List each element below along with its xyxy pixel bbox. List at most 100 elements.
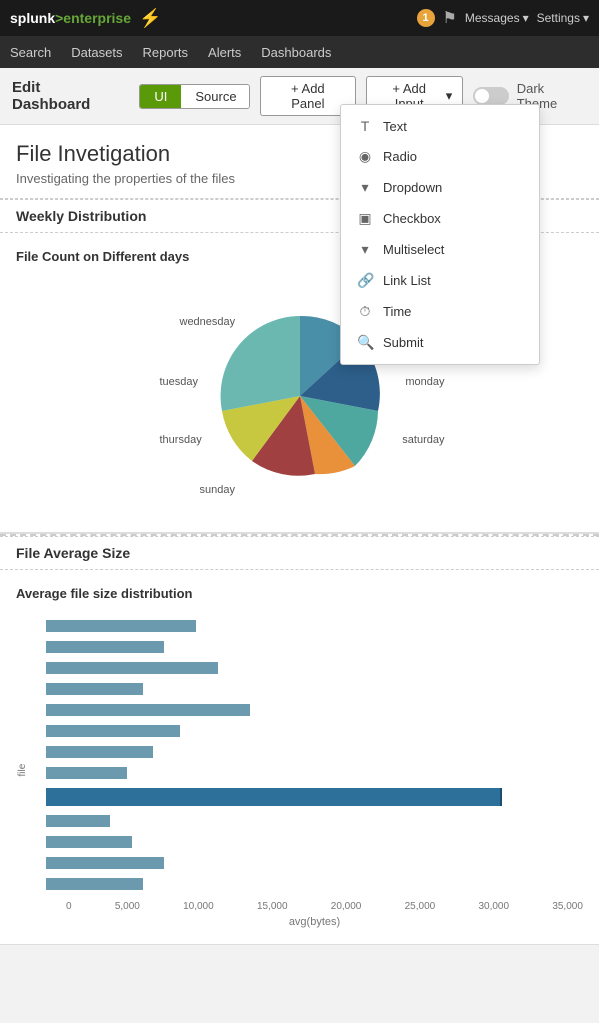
x-axis: 0 5,000 10,000 15,000 20,000 25,000 30,0… xyxy=(46,897,583,912)
bar-row-6 xyxy=(46,745,583,759)
bar-row-1 xyxy=(46,640,583,654)
x-label-5: 25,000 xyxy=(405,901,436,912)
nav-alerts[interactable]: Alerts xyxy=(208,39,241,66)
edit-bar: Edit Dashboard UI Source + Add Panel + A… xyxy=(0,68,599,125)
bar-row-3 xyxy=(46,682,583,696)
dark-theme-switch[interactable] xyxy=(473,87,508,105)
x-label-1: 5,000 xyxy=(115,901,140,912)
bar-row-4 xyxy=(46,703,583,717)
row2-label: File Average Size xyxy=(0,536,599,570)
bar-2 xyxy=(46,662,218,674)
time-icon: ⏱ xyxy=(357,303,373,320)
x-label-7: 35,000 xyxy=(552,901,583,912)
bar-row-12 xyxy=(46,877,583,891)
nav-search[interactable]: Search xyxy=(10,39,51,66)
bar-12 xyxy=(46,878,143,890)
dropdown-item-time[interactable]: ⏱ Time xyxy=(341,296,539,327)
settings-chevron: ▾ xyxy=(583,11,589,25)
text-icon: T xyxy=(357,118,373,134)
bar-chart-body: file xyxy=(16,613,583,928)
top-bar-right: 1 ⚑ Messages ▾ Settings ▾ xyxy=(417,8,589,28)
bar-row-11 xyxy=(46,856,583,870)
row2: File Average Size Average file size dist… xyxy=(0,536,599,945)
slice-tuesday xyxy=(220,316,299,411)
x-axis-unit: avg(bytes) xyxy=(46,916,583,928)
splunk-logo: splunk >enterprise ⚡ xyxy=(10,8,161,29)
settings-label: Settings xyxy=(537,11,580,25)
splunk-text: splunk xyxy=(10,10,55,26)
messages-chevron: ▾ xyxy=(523,11,529,25)
x-label-2: 10,000 xyxy=(183,901,214,912)
checkbox-icon: ▣ xyxy=(357,210,373,227)
dropdown-submit-label: Submit xyxy=(383,335,423,350)
nav-dashboards[interactable]: Dashboards xyxy=(261,39,331,66)
edit-dashboard-title: Edit Dashboard xyxy=(12,79,121,113)
notification-badge[interactable]: 1 xyxy=(417,9,435,27)
view-mode-tabs: UI Source xyxy=(139,84,250,109)
submit-icon: 🔍 xyxy=(357,334,373,351)
bars-container xyxy=(46,613,583,897)
bar-10 xyxy=(46,836,132,848)
y-axis-label: file xyxy=(17,763,28,776)
x-label-6: 30,000 xyxy=(478,901,509,912)
bar-chart-title: Average file size distribution xyxy=(16,586,583,601)
x-label-0: 0 xyxy=(66,901,72,912)
dropdown-radio-label: Radio xyxy=(383,149,417,164)
tab-source[interactable]: Source xyxy=(181,85,250,108)
bar-3 xyxy=(46,683,143,695)
dropdown-item-submit[interactable]: 🔍 Submit xyxy=(341,327,539,358)
dropdown-linklist-label: Link List xyxy=(383,273,431,288)
bar-row-2 xyxy=(46,661,583,675)
bar-9 xyxy=(46,815,110,827)
bar-row-highlight xyxy=(46,787,583,807)
add-input-dropdown: T Text ◉ Radio ▾ Dropdown ▣ Checkbox ▾ M… xyxy=(340,104,540,365)
add-input-chevron: ▾ xyxy=(446,88,453,104)
bar-4 xyxy=(46,704,250,716)
bookmark-icon: ⚑ xyxy=(443,8,457,28)
bar-row-0 xyxy=(46,619,583,633)
bar-row-5 xyxy=(46,724,583,738)
pie-label-saturday: saturday xyxy=(402,434,444,446)
dropdown-time-label: Time xyxy=(383,304,411,319)
linklist-icon: 🔗 xyxy=(357,272,373,289)
messages-button[interactable]: Messages ▾ xyxy=(465,11,529,25)
bar-0 xyxy=(46,620,196,632)
x-label-4: 20,000 xyxy=(331,901,362,912)
bar-7 xyxy=(46,767,127,779)
dropdown-item-text[interactable]: T Text xyxy=(341,111,539,141)
dropdown-icon: ▾ xyxy=(357,179,373,196)
splunk-brand: >enterprise xyxy=(55,10,131,26)
dropdown-dropdown-label: Dropdown xyxy=(383,180,442,195)
tab-ui[interactable]: UI xyxy=(140,85,181,108)
nav-datasets[interactable]: Datasets xyxy=(71,39,122,66)
bar-6 xyxy=(46,746,153,758)
settings-button[interactable]: Settings ▾ xyxy=(537,11,589,25)
pie-label-thursday: thursday xyxy=(160,434,202,446)
dropdown-text-label: Text xyxy=(383,119,407,134)
dropdown-item-linklist[interactable]: 🔗 Link List xyxy=(341,265,539,296)
top-bar: splunk >enterprise ⚡ 1 ⚑ Messages ▾ Sett… xyxy=(0,0,599,36)
dropdown-multiselect-label: Multiselect xyxy=(383,242,444,257)
dropdown-checkbox-label: Checkbox xyxy=(383,211,441,226)
dropdown-item-multiselect[interactable]: ▾ Multiselect xyxy=(341,234,539,265)
dropdown-item-checkbox[interactable]: ▣ Checkbox xyxy=(341,203,539,234)
bar-row-10 xyxy=(46,835,583,849)
radio-icon: ◉ xyxy=(357,148,373,165)
multiselect-icon: ▾ xyxy=(357,241,373,258)
messages-label: Messages xyxy=(465,11,520,25)
lightning-icon: ⚡ xyxy=(139,8,161,29)
bar-row-9 xyxy=(46,814,583,828)
bar-row-7 xyxy=(46,766,583,780)
bar-11 xyxy=(46,857,164,869)
dropdown-item-dropdown[interactable]: ▾ Dropdown xyxy=(341,172,539,203)
dropdown-item-radio[interactable]: ◉ Radio xyxy=(341,141,539,172)
bar-highlight xyxy=(46,788,502,806)
nav-bar: Search Datasets Reports Alerts Dashboard… xyxy=(0,36,599,68)
bar-1 xyxy=(46,641,164,653)
bar-chart-panel: Average file size distribution file xyxy=(0,570,599,944)
bar-5 xyxy=(46,725,180,737)
nav-reports[interactable]: Reports xyxy=(143,39,189,66)
x-label-3: 15,000 xyxy=(257,901,288,912)
pie-label-tuesday: tuesday xyxy=(160,376,199,388)
pie-label-monday: monday xyxy=(405,376,444,388)
